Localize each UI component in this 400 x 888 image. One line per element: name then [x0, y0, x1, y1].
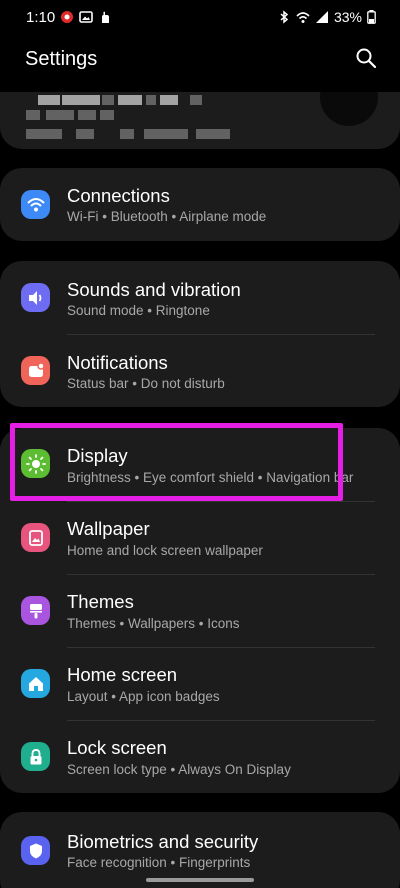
themes-subtitle: Themes • Wallpapers • Icons — [67, 616, 240, 631]
themes-icon-bg — [21, 596, 50, 625]
search-icon[interactable] — [354, 46, 378, 70]
notifications-title: Notifications — [67, 352, 168, 373]
bluetooth-icon — [280, 10, 289, 24]
settings-item-sounds[interactable]: Sounds and vibration Sound mode • Ringto… — [0, 261, 400, 334]
settings-item-connections[interactable]: Connections Wi-Fi • Bluetooth • Airplane… — [0, 168, 400, 241]
sounds-notifications-card: Sounds and vibration Sound mode • Ringto… — [0, 261, 400, 407]
connections-card: Connections Wi-Fi • Bluetooth • Airplane… — [0, 168, 400, 241]
lock-screen-icon-bg — [21, 742, 50, 771]
settings-item-themes[interactable]: Themes Themes • Wallpapers • Icons — [0, 574, 400, 647]
home-icon — [28, 676, 43, 691]
settings-item-notifications[interactable]: Notifications Status bar • Do not distur… — [0, 334, 400, 407]
speaker-icon — [28, 290, 41, 305]
display-highlight-box — [10, 423, 343, 501]
status-right: 33% — [277, 9, 376, 25]
home-screen-subtitle: Layout • App icon badges — [67, 689, 220, 704]
biometrics-icon-bg — [21, 836, 50, 865]
themes-title: Themes — [67, 591, 134, 612]
sounds-icon-bg — [21, 283, 50, 312]
wifi-icon — [26, 197, 45, 211]
settings-item-wallpaper[interactable]: Wallpaper Home and lock screen wallpaper — [0, 501, 400, 574]
status-time: 1:10 — [26, 9, 56, 26]
sounds-subtitle: Sound mode • Ringtone — [67, 303, 210, 318]
home-screen-icon-bg — [21, 669, 50, 698]
paintbrush-icon — [29, 603, 42, 618]
image-icon — [79, 11, 93, 23]
lock-icon — [30, 748, 41, 764]
connections-title: Connections — [67, 185, 170, 206]
settings-item-biometrics[interactable]: Biometrics and security Face recognition… — [0, 812, 400, 885]
biometrics-card: Biometrics and security Face recognition… — [0, 812, 400, 888]
hand-icon — [102, 11, 109, 23]
lock-screen-subtitle: Screen lock type • Always On Display — [67, 762, 291, 777]
wallpaper-icon-bg — [21, 523, 50, 552]
biometrics-subtitle: Face recognition • Fingerprints — [67, 855, 251, 870]
avatar[interactable] — [320, 92, 378, 126]
status-bar: 1:10 33% — [0, 0, 400, 34]
notifications-icon-bg — [21, 356, 50, 385]
wifi-icon — [296, 12, 310, 23]
wallpaper-title: Wallpaper — [67, 518, 150, 539]
account-card[interactable] — [0, 92, 400, 149]
settings-item-home-screen[interactable]: Home screen Layout • App icon badges — [0, 647, 400, 720]
header: Settings — [0, 40, 400, 80]
home-screen-title: Home screen — [67, 664, 178, 685]
notification-icon — [28, 361, 45, 377]
battery-percent: 33% — [333, 9, 362, 25]
biometrics-title: Biometrics and security — [67, 831, 259, 852]
wallpaper-subtitle: Home and lock screen wallpaper — [67, 543, 263, 558]
shield-icon — [29, 843, 42, 858]
signal-icon — [315, 11, 328, 23]
status-left-icons — [60, 10, 112, 24]
lock-screen-title: Lock screen — [67, 737, 167, 758]
battery-icon — [367, 10, 376, 24]
wallpaper-icon — [28, 529, 43, 546]
page-title: Settings — [25, 48, 98, 70]
connections-icon-bg — [21, 190, 50, 219]
connections-subtitle: Wi-Fi • Bluetooth • Airplane mode — [67, 209, 267, 224]
app-notification-icon — [61, 11, 73, 23]
notifications-subtitle: Status bar • Do not disturb — [67, 376, 225, 391]
settings-item-lock-screen[interactable]: Lock screen Screen lock type • Always On… — [0, 720, 400, 793]
sounds-title: Sounds and vibration — [67, 279, 241, 300]
home-indicator[interactable] — [146, 878, 254, 882]
